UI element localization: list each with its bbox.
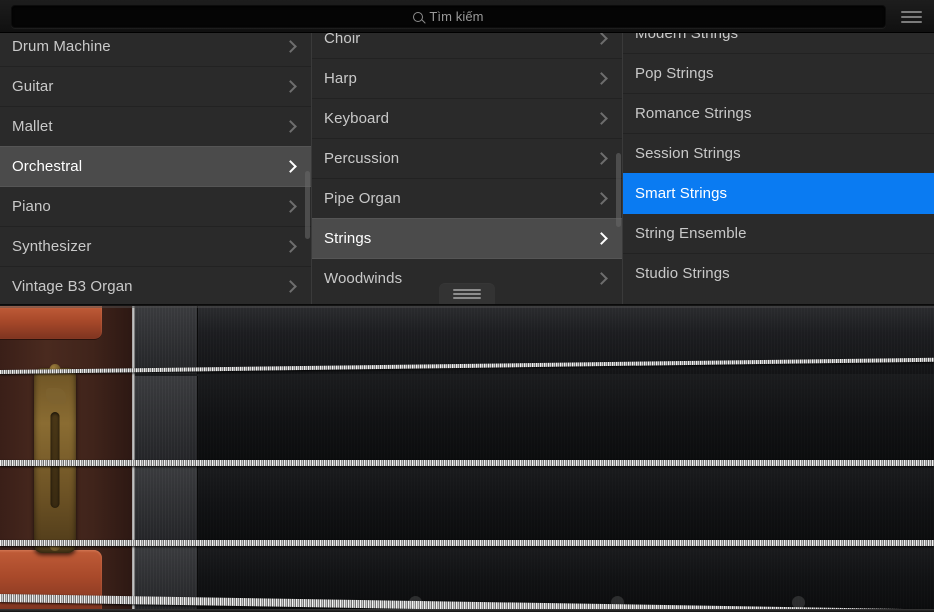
browser-row-label: Pop Strings [635, 65, 924, 82]
chevron-right-icon [595, 192, 608, 205]
search-placeholder: Tìm kiếm [429, 9, 483, 24]
chevron-right-icon [284, 280, 297, 293]
chevron-right-icon [284, 160, 297, 173]
browser-row-piano[interactable]: Piano [0, 186, 311, 226]
browser-row-label: Piano [12, 198, 286, 215]
string-2[interactable] [0, 460, 934, 466]
chevron-right-icon [595, 112, 608, 125]
chevron-right-icon [284, 120, 297, 133]
browser-row-label: Studio Strings [635, 265, 924, 282]
browser-row-label: String Ensemble [635, 225, 924, 242]
tailpiece-engraving [46, 388, 66, 404]
browser-row-label: Drum Machine [12, 38, 286, 55]
subcategory-column-scrollbar[interactable] [616, 153, 621, 227]
search-input-inner: Tìm kiếm [413, 9, 483, 24]
browser-row-label: Synthesizer [12, 238, 286, 255]
top-toolbar: Tìm kiếm [0, 0, 934, 33]
patch-column-scroll: Modern Strings Pop Strings Romance Strings… [623, 33, 934, 293]
browser-row-vintage-b3-organ[interactable]: Vintage B3 Organ [0, 266, 311, 305]
search-icon [413, 12, 423, 22]
chevron-right-icon [284, 80, 297, 93]
hamburger-menu-icon[interactable] [898, 6, 924, 27]
browser-row-session-strings[interactable]: Session Strings [623, 133, 934, 173]
browser-row-synthesizer[interactable]: Synthesizer [0, 226, 311, 266]
browser-row-harp[interactable]: Harp [312, 58, 622, 98]
search-input[interactable]: Tìm kiếm [11, 5, 886, 28]
upper-bout [0, 306, 102, 340]
browser-row-label: Keyboard [324, 110, 597, 127]
browser-row-label: Pipe Organ [324, 190, 597, 207]
browser-row-studio-strings[interactable]: Studio Strings [623, 253, 934, 293]
browser-row-drum-machine[interactable]: Drum Machine [0, 33, 311, 66]
browser-row-label: Modern Strings [635, 33, 924, 42]
chevron-right-icon [595, 272, 608, 285]
browser-row-string-ensemble[interactable]: String Ensemble [623, 213, 934, 253]
browser-row-orchestral[interactable]: Orchestral [0, 146, 311, 186]
browser-row-percussion[interactable]: Percussion [312, 138, 622, 178]
subcategory-column-scroll: Choir Harp Keyboard Percussion Pipe Organ Str… [312, 33, 622, 298]
position-marker [792, 596, 805, 609]
nut [132, 306, 135, 612]
neck-block [132, 306, 198, 374]
subcategory-column[interactable]: Choir Harp Keyboard Percussion Pipe Organ Str… [311, 33, 622, 305]
chevron-right-icon [284, 200, 297, 213]
browser-row-label: Mallet [12, 118, 286, 135]
position-marker [611, 596, 624, 609]
drag-handle-line [453, 297, 481, 299]
category-column-scrollbar[interactable] [305, 171, 310, 239]
browser-row-label: Session Strings [635, 145, 924, 162]
drag-handle-line [453, 293, 481, 295]
string-3[interactable] [0, 540, 934, 546]
browser-row-choir[interactable]: Choir [312, 33, 622, 58]
browser-row-romance-strings[interactable]: Romance Strings [623, 93, 934, 133]
browser-row-label: Romance Strings [635, 105, 924, 122]
browser-row-label: Choir [324, 33, 597, 47]
instrument-browser-panel: Drum Machine Guitar Mallet Orchestral Piano S… [0, 33, 934, 305]
neck-block [132, 466, 198, 544]
drag-handle-line [453, 289, 481, 291]
browser-row-pipe-organ[interactable]: Pipe Organ [312, 178, 622, 218]
category-column[interactable]: Drum Machine Guitar Mallet Orchestral Piano S… [0, 33, 311, 305]
browser-row-label: Guitar [12, 78, 286, 95]
category-column-scroll: Drum Machine Guitar Mallet Orchestral Piano S… [0, 33, 311, 305]
browser-row-mallet[interactable]: Mallet [0, 106, 311, 146]
browser-row-pop-strings[interactable]: Pop Strings [623, 53, 934, 93]
menu-line [901, 21, 922, 23]
menu-line [901, 16, 922, 18]
browser-row-label: Percussion [324, 150, 597, 167]
menu-line [901, 11, 922, 13]
browser-row-label: Harp [324, 70, 597, 87]
instrument-top-edge [0, 306, 934, 308]
smart-strings-instrument[interactable] [0, 306, 934, 612]
neck-block [132, 376, 198, 464]
browser-row-label: Smart Strings [635, 185, 924, 202]
browser-row-strings[interactable]: Strings [312, 218, 622, 258]
browser-row-label: Strings [324, 230, 597, 247]
drag-handle-icon[interactable] [439, 284, 495, 304]
chevron-right-icon [595, 152, 608, 165]
browser-row-guitar[interactable]: Guitar [0, 66, 311, 106]
chevron-right-icon [595, 72, 608, 85]
browser-row-label: Orchestral [12, 158, 286, 175]
instrument-body [0, 306, 132, 612]
browser-row-modern-strings[interactable]: Modern Strings [623, 33, 934, 53]
chevron-right-icon [284, 40, 297, 53]
position-marker [409, 596, 422, 609]
garageband-instrument-browser-screen: Tìm kiếm Drum Machine Guitar Mallet Orchest… [0, 0, 934, 612]
browser-row-label: Vintage B3 Organ [12, 278, 286, 295]
chevron-right-icon [284, 240, 297, 253]
patch-column[interactable]: Modern Strings Pop Strings Romance Strings… [622, 33, 934, 305]
browser-row-smart-strings[interactable]: Smart Strings [623, 173, 934, 213]
chevron-right-icon [595, 232, 608, 245]
chevron-right-icon [595, 33, 608, 44]
browser-row-keyboard[interactable]: Keyboard [312, 98, 622, 138]
